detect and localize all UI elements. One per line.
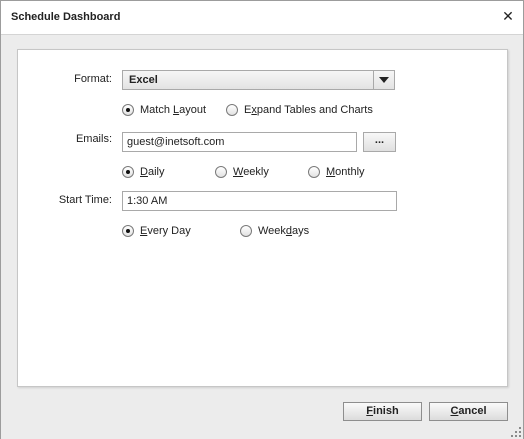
schedule-dashboard-dialog: Schedule Dashboard ✕ Format: Excel Match… <box>0 0 524 439</box>
radio-every-day-indicator <box>122 225 134 237</box>
radio-expand-tables-and-charts[interactable]: Expand Tables and Charts <box>226 102 373 118</box>
dialog-title: Schedule Dashboard <box>11 11 121 23</box>
radio-monthly[interactable]: Monthly <box>308 164 365 180</box>
radio-weekdays-indicator <box>240 225 252 237</box>
emails-browse-button[interactable]: ... <box>363 132 396 152</box>
radio-weekdays-label: Weekdays <box>258 225 310 237</box>
radio-every-day-label: Every Day <box>140 225 191 237</box>
close-icon[interactable]: ✕ <box>501 9 515 23</box>
radio-weekly[interactable]: Weekly <box>215 164 269 180</box>
radio-weekdays[interactable]: Weekdays <box>240 223 309 239</box>
dialog-titlebar[interactable]: Schedule Dashboard ✕ <box>1 1 523 34</box>
finish-button[interactable]: Finish <box>343 402 422 421</box>
radio-weekly-indicator <box>215 166 227 178</box>
emails-input[interactable] <box>122 132 357 152</box>
chevron-down-icon <box>379 77 389 83</box>
schedule-panel: Format: Excel Match Layout Expand Tables… <box>17 49 508 387</box>
radio-expand-label: Expand Tables and Charts <box>244 104 373 116</box>
radio-daily-indicator <box>122 166 134 178</box>
radio-monthly-indicator <box>308 166 320 178</box>
radio-weekly-label: Weekly <box>233 166 269 178</box>
resize-grip-icon[interactable] <box>511 427 521 437</box>
emails-label: Emails: <box>75 133 112 145</box>
format-select[interactable]: Excel <box>122 70 395 90</box>
radio-expand-indicator <box>226 104 238 116</box>
format-label: Format: <box>74 73 112 85</box>
radio-every-day[interactable]: Every Day <box>122 223 191 239</box>
radio-daily-label: Daily <box>140 166 165 178</box>
dialog-content: Format: Excel Match Layout Expand Tables… <box>1 34 523 439</box>
start-time-label: Start Time: <box>58 194 112 206</box>
radio-monthly-label: Monthly <box>326 166 365 178</box>
radio-match-layout-label: Match Layout <box>140 104 207 116</box>
cancel-button[interactable]: Cancel <box>429 402 508 421</box>
format-select-arrow-box[interactable] <box>373 71 394 89</box>
radio-match-layout-indicator <box>122 104 134 116</box>
radio-match-layout[interactable]: Match Layout <box>122 102 206 118</box>
start-time-input[interactable] <box>122 191 397 211</box>
radio-daily[interactable]: Daily <box>122 164 164 180</box>
format-select-value: Excel <box>129 74 158 86</box>
